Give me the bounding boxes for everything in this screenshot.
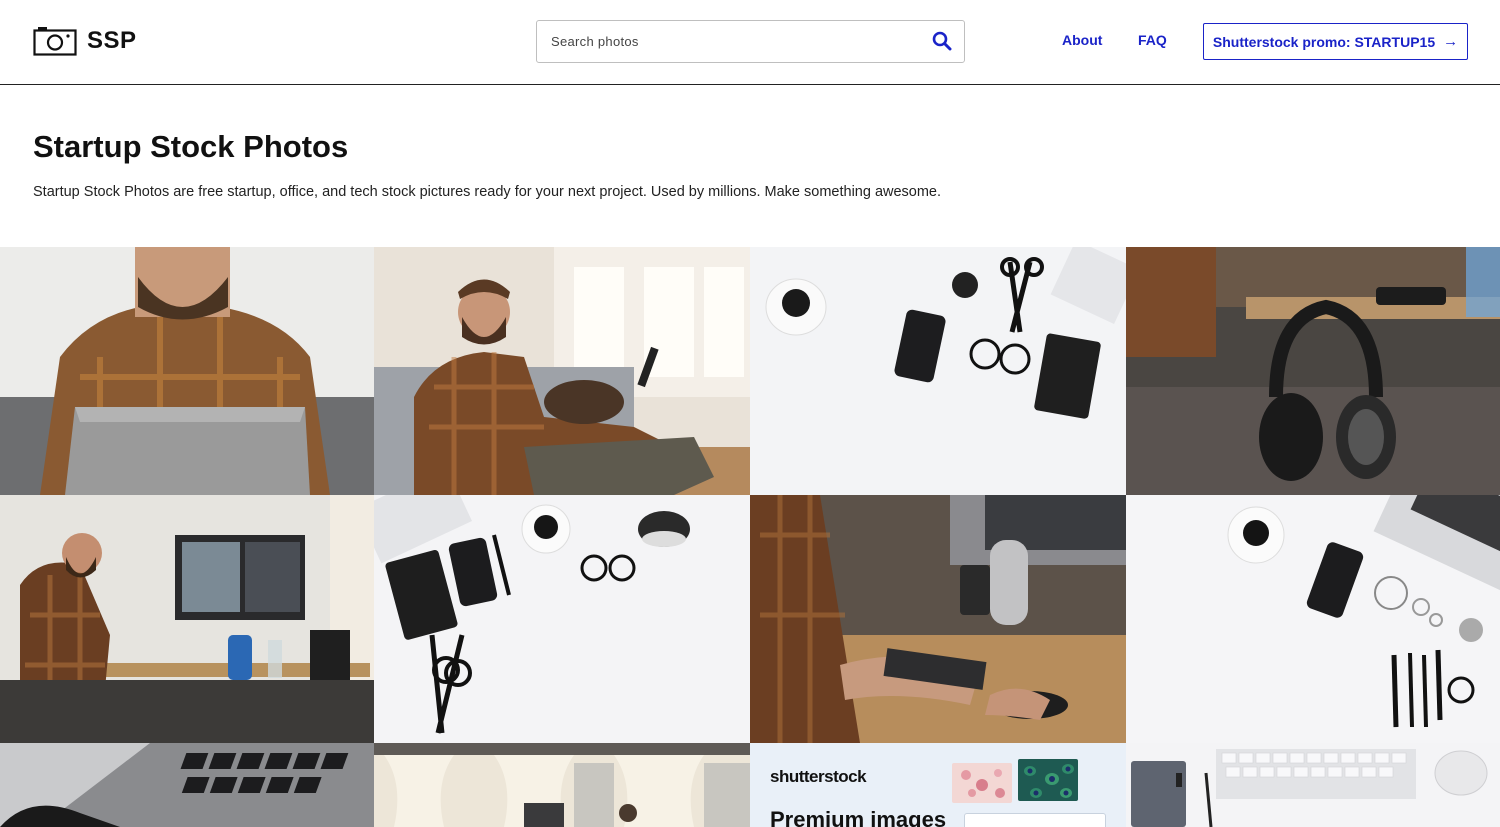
photo-grid: shutterstock Premium images xyxy=(0,247,1500,827)
photo-desk-flatlay-brushes[interactable] xyxy=(1126,495,1500,743)
ad-search-field xyxy=(964,813,1106,827)
photo-desk-flatlay-coffee[interactable] xyxy=(750,247,1126,495)
ad-headline: Premium images xyxy=(770,807,947,827)
nav-about-link[interactable]: About xyxy=(1062,32,1102,48)
search-button[interactable] xyxy=(932,31,952,51)
ad-thumbnail-flowers xyxy=(952,763,1012,803)
page-title: Startup Stock Photos xyxy=(33,129,349,164)
camera-icon xyxy=(33,27,77,56)
photo-man-couch-dog[interactable] xyxy=(374,247,750,495)
ad-brand-name: shutterstock xyxy=(770,767,867,786)
photo-office-windows[interactable] xyxy=(374,743,750,827)
photo-laptop-keyboard[interactable] xyxy=(0,743,374,827)
site-header: SSP About FAQ Shutterstock promo: STARTU… xyxy=(0,0,1500,85)
arrow-right-icon: → xyxy=(1443,33,1459,50)
photo-man-standing-desk[interactable] xyxy=(0,495,374,743)
photo-typing-microphone[interactable] xyxy=(750,495,1126,743)
photo-man-laptop-sofa[interactable] xyxy=(0,247,374,495)
photo-desk-flatlay-notebook[interactable] xyxy=(374,495,750,743)
page-description: Startup Stock Photos are free startup, o… xyxy=(33,184,942,200)
photo-notebook-keyboard[interactable] xyxy=(1126,743,1500,827)
search-icon xyxy=(932,31,952,51)
logo-text: SSP xyxy=(87,27,137,54)
photo-headphones-desk[interactable] xyxy=(1126,247,1500,495)
nav-faq-link[interactable]: FAQ xyxy=(1138,32,1167,48)
ad-thumbnail-peacock xyxy=(1018,759,1078,801)
search-box xyxy=(536,20,965,63)
site-logo[interactable]: SSP xyxy=(33,26,137,56)
shutterstock-ad[interactable]: shutterstock Premium images xyxy=(750,743,1126,827)
search-input[interactable] xyxy=(551,21,921,61)
promo-label: Shutterstock promo: STARTUP15 xyxy=(1212,33,1436,50)
shutterstock-promo-button[interactable]: Shutterstock promo: STARTUP15 → xyxy=(1203,23,1468,60)
